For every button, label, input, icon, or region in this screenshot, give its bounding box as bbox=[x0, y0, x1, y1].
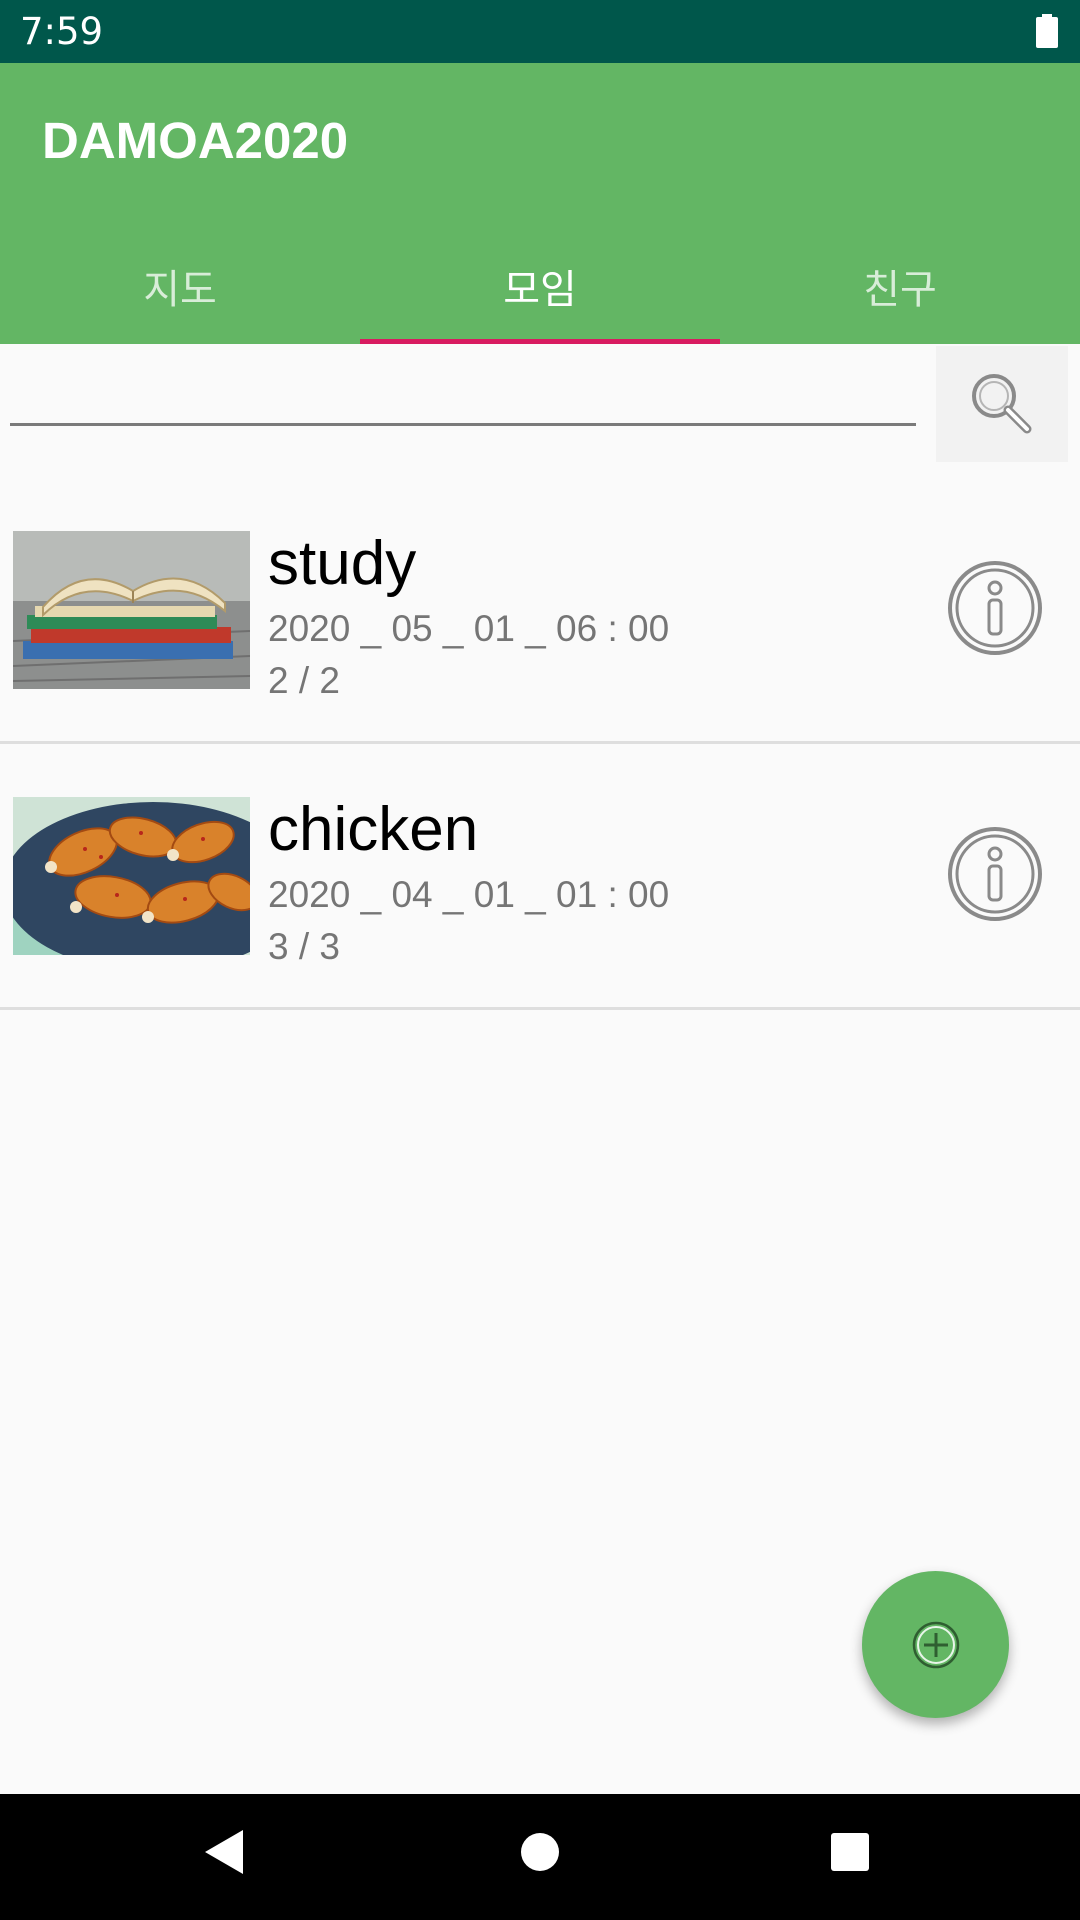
tab-map-label: 지도 bbox=[143, 267, 217, 313]
search-row bbox=[0, 344, 1080, 464]
battery-icon bbox=[1036, 14, 1058, 48]
magnifier-icon bbox=[972, 374, 1032, 434]
chicken-drumsticks-photo bbox=[13, 797, 250, 955]
app-title: DAMOA2020 bbox=[42, 112, 349, 169]
info-button[interactable] bbox=[945, 558, 1045, 658]
info-button[interactable] bbox=[945, 824, 1045, 924]
tab-map[interactable]: 지도 bbox=[0, 240, 360, 344]
add-circle-icon bbox=[912, 1621, 959, 1668]
meeting-list: study 2020 _ 05 _ 01 _ 06 : 00 2 / 2 chi… bbox=[0, 478, 1080, 1010]
home-button[interactable] bbox=[510, 1822, 570, 1882]
app-bar: DAMOA2020 지도 모임 친구 bbox=[0, 63, 1080, 344]
list-item[interactable]: chicken 2020 _ 04 _ 01 _ 01 : 00 3 / 3 bbox=[0, 744, 1080, 1010]
status-time: 7:59 bbox=[20, 10, 104, 53]
books-photo bbox=[13, 531, 250, 689]
list-item[interactable]: study 2020 _ 05 _ 01 _ 06 : 00 2 / 2 bbox=[0, 478, 1080, 744]
info-icon bbox=[948, 561, 1042, 655]
tab-meetings[interactable]: 모임 bbox=[360, 240, 720, 344]
back-button[interactable] bbox=[195, 1822, 255, 1882]
tab-bar: 지도 모임 친구 bbox=[0, 240, 1080, 344]
meeting-datetime: 2020 _ 05 _ 01 _ 06 : 00 bbox=[268, 608, 670, 649]
search-input[interactable] bbox=[10, 364, 916, 426]
info-icon bbox=[948, 827, 1042, 921]
navigation-bar bbox=[0, 1794, 1080, 1920]
recents-square-icon bbox=[831, 1833, 869, 1871]
back-triangle-icon bbox=[205, 1830, 243, 1874]
status-bar: 7:59 bbox=[0, 0, 1080, 63]
add-meeting-button[interactable] bbox=[862, 1571, 1009, 1718]
search-button[interactable] bbox=[936, 346, 1068, 462]
meeting-datetime: 2020 _ 04 _ 01 _ 01 : 00 bbox=[268, 874, 670, 915]
recents-button[interactable] bbox=[820, 1822, 880, 1882]
home-circle-icon bbox=[521, 1833, 559, 1871]
meeting-thumbnail bbox=[13, 531, 250, 689]
tab-friends-label: 친구 bbox=[863, 267, 937, 313]
meeting-thumbnail bbox=[13, 797, 250, 955]
meeting-members: 2 / 2 bbox=[268, 660, 340, 701]
app-screen: 7:59 DAMOA2020 지도 모임 친구 study 2020 _ 05 … bbox=[0, 0, 1080, 1920]
tab-meetings-label: 모임 bbox=[503, 267, 577, 313]
meeting-title: chicken bbox=[268, 795, 479, 864]
meeting-members: 3 / 3 bbox=[268, 926, 340, 967]
tab-friends[interactable]: 친구 bbox=[720, 240, 1080, 344]
meeting-title: study bbox=[268, 529, 417, 598]
